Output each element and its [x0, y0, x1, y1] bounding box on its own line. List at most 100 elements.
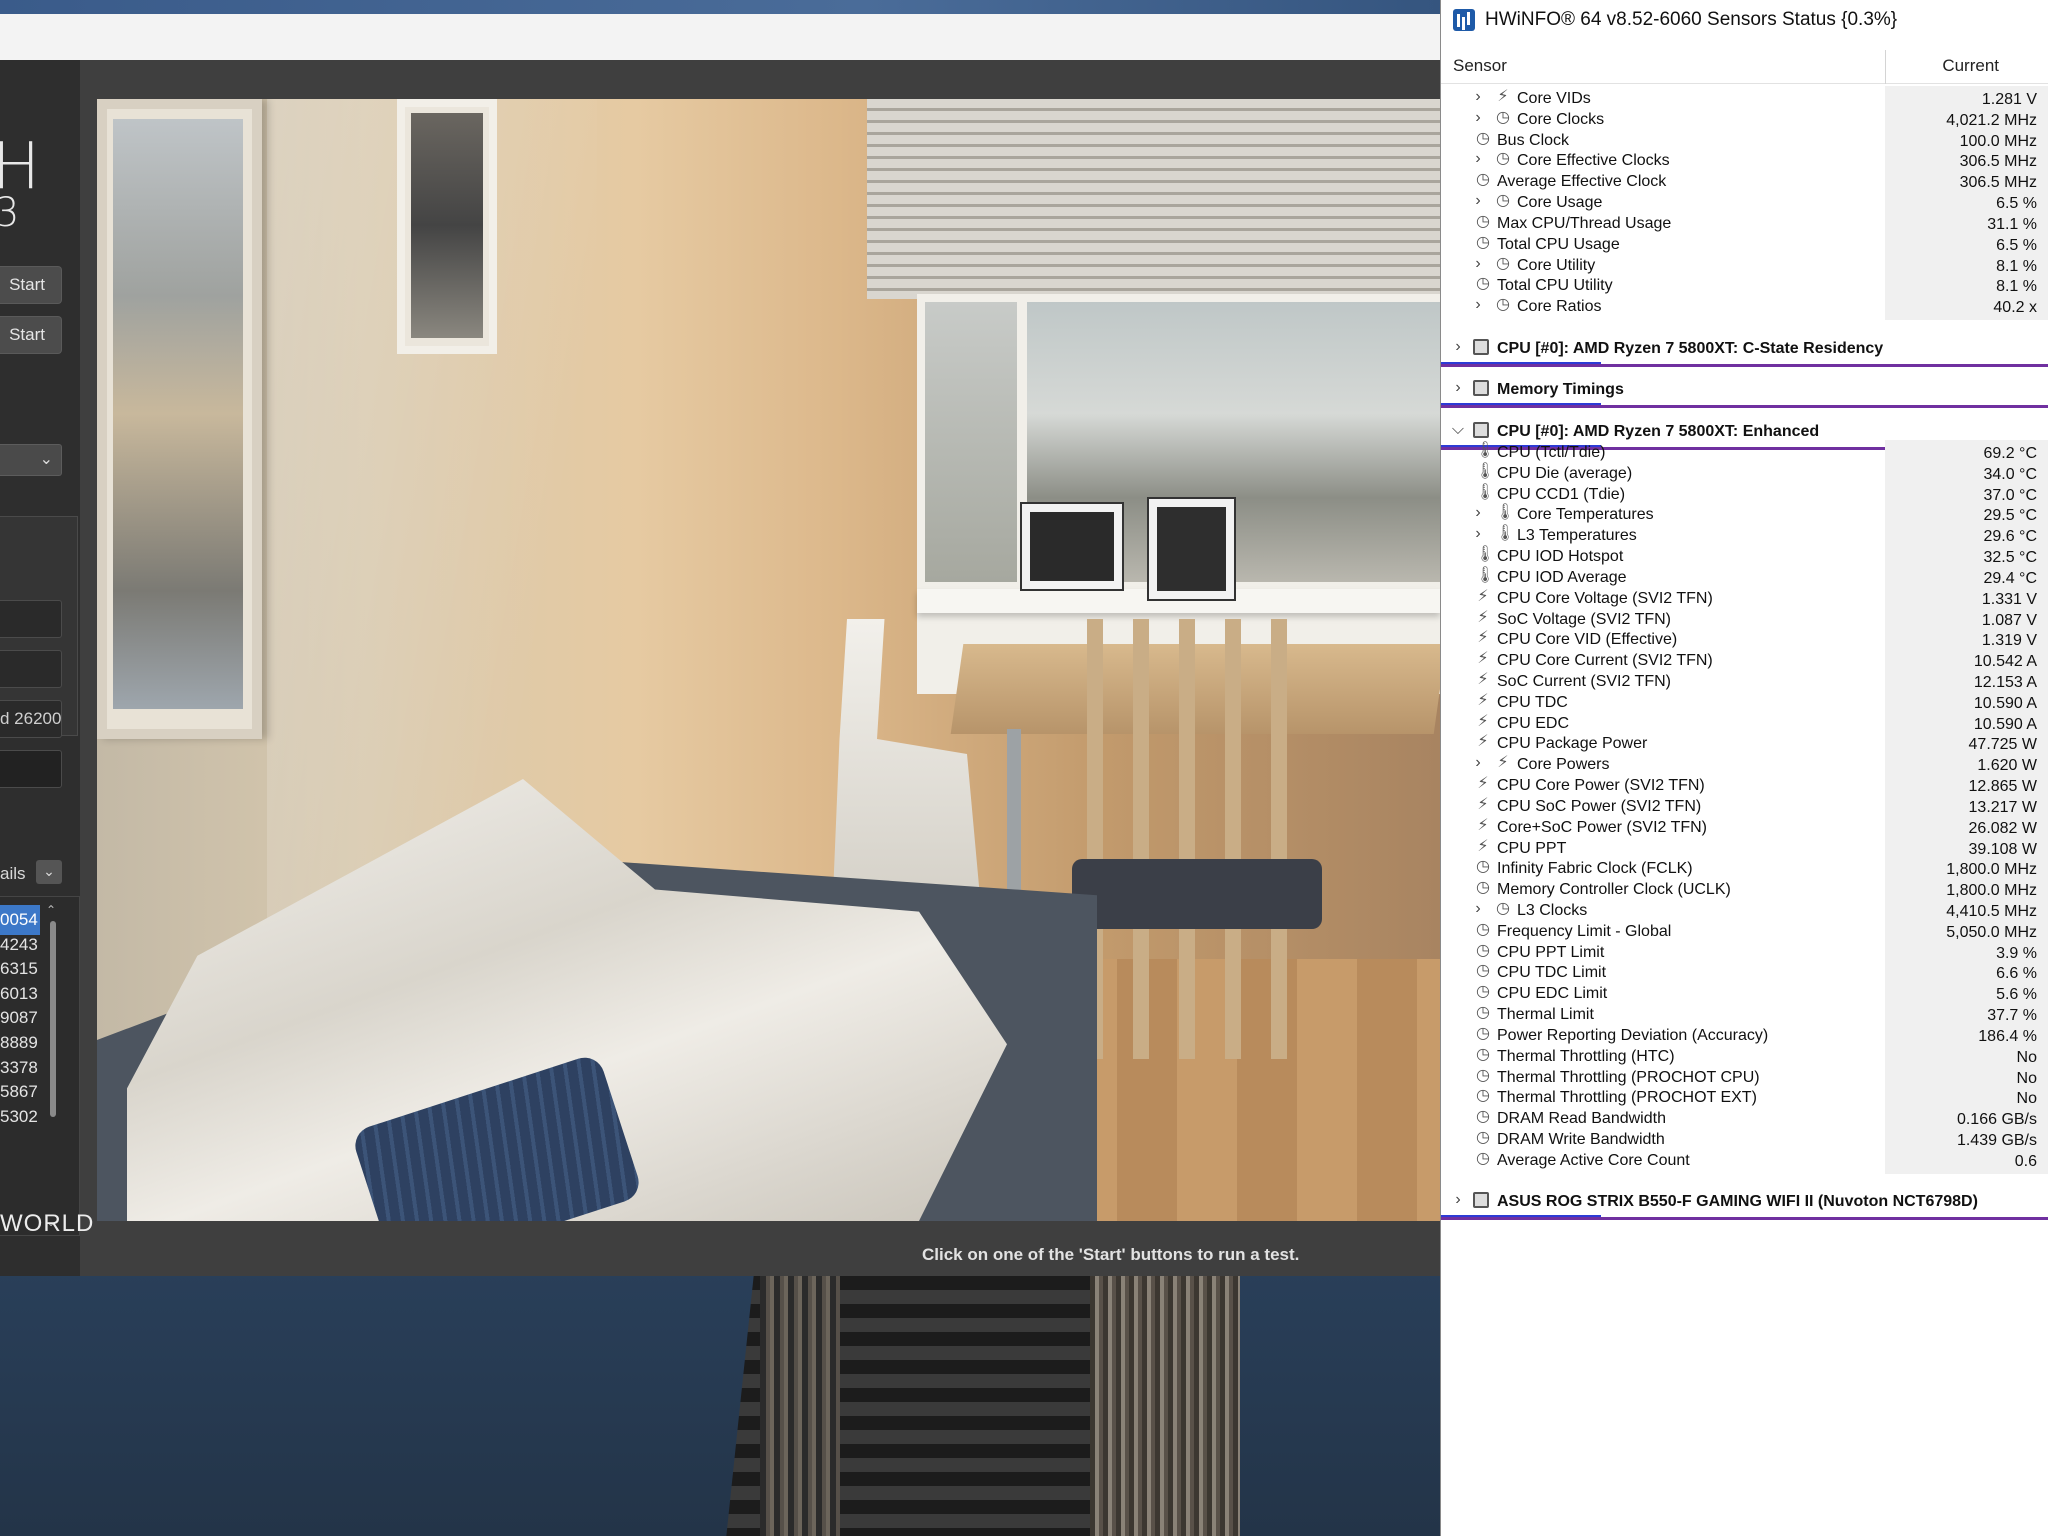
clock-icon: ◷ [1496, 254, 1510, 272]
sensor-label: CPU Core VID (Effective) [1497, 631, 1678, 649]
sensor-label: CPU Package Power [1497, 735, 1648, 753]
sensor-label: CPU PPT [1497, 839, 1567, 857]
ranking-list[interactable]: 0054 4243 6315 6013 9087 8889 3378 5867 5302 ⌃ ⌄ [0, 896, 80, 1236]
sensor-label: Frequency Limit - Global [1497, 922, 1672, 940]
sensor-label: L3 Clocks [1517, 901, 1588, 919]
sensor-label: Average Active Core Count [1497, 1151, 1690, 1169]
render-picture-art [411, 113, 483, 338]
ranking-scrollbar[interactable]: ⌃ ⌄ [46, 897, 60, 1235]
chevron-right-icon[interactable]: › [1471, 754, 1485, 772]
render-window-glass [925, 302, 1017, 582]
sensor-group-row[interactable]: › ASUS ROG STRIX B550-F GAMING WIFI II (N… [1441, 1189, 2048, 1221]
sensor-table-header: Sensor Current [1441, 50, 2048, 84]
scrollbar-thumb[interactable] [50, 921, 56, 1117]
clock-icon: ◷ [1476, 941, 1490, 959]
clock-icon: ◷ [1476, 129, 1490, 147]
bolt-icon: ⚡ [1477, 837, 1489, 855]
bolt-icon: ⚡ [1497, 754, 1509, 772]
thermometer-icon: 🌡 [1475, 546, 1496, 564]
clock-icon: ◷ [1476, 1004, 1490, 1022]
sensor-label: DRAM Write Bandwidth [1497, 1131, 1665, 1148]
bolt-icon: ⚡ [1477, 691, 1489, 709]
clock-icon: ◷ [1476, 879, 1490, 897]
clock-icon: ◷ [1476, 212, 1490, 230]
chevron-right-icon[interactable]: › [1471, 504, 1485, 522]
chevron-right-icon[interactable]: › [1451, 338, 1465, 356]
wallpaper-dock-rail-left [760, 1276, 840, 1536]
chevron-right-icon[interactable]: › [1471, 150, 1485, 168]
sensor-label: CPU Die (average) [1497, 464, 1633, 482]
column-header-current[interactable]: Current [1891, 56, 1999, 76]
thermometer-icon: 🌡 [1475, 566, 1496, 584]
chevron-right-icon[interactable]: › [1471, 88, 1485, 106]
chevron-right-icon[interactable]: › [1451, 1191, 1465, 1209]
chevron-right-icon[interactable]: › [1451, 379, 1465, 397]
window-title: HWiNFO® 64 v8.52-6060 Sensors Status {0.… [1485, 9, 1898, 30]
sensor-label: CPU EDC Limit [1497, 985, 1608, 1003]
chevron-right-icon[interactable]: › [1471, 900, 1485, 918]
chevron-right-icon[interactable]: › [1471, 525, 1485, 543]
sensor-label: Core Ratios [1517, 298, 1602, 316]
chevron-down-icon[interactable]: ⌵ [1451, 421, 1465, 439]
bolt-icon: ⚡ [1477, 670, 1489, 688]
sensor-label: Core Powers [1517, 756, 1610, 774]
bolt-icon: ⚡ [1477, 650, 1489, 668]
brand-version: 3 [0, 190, 20, 236]
hwinfo-app-icon [1453, 9, 1475, 31]
sensor-label: CPU TDC Limit [1497, 964, 1607, 982]
benchmark-titlebar[interactable] [0, 14, 1440, 60]
render-chair-seat [1072, 859, 1322, 929]
sensor-group-divider-accent [1441, 1215, 1601, 1218]
clock-icon: ◷ [1476, 920, 1490, 938]
chevron-down-icon: ⌄ [43, 863, 55, 879]
column-divider[interactable] [1885, 50, 1886, 84]
clock-icon: ◷ [1476, 1066, 1490, 1084]
chevron-right-icon[interactable]: › [1471, 192, 1485, 210]
render-photo-frame [1147, 497, 1236, 601]
clock-icon: ◷ [1476, 983, 1490, 1001]
system-info-field [0, 650, 62, 688]
sensor-label: Thermal Throttling (HTC) [1497, 1047, 1675, 1065]
sensor-label: Total CPU Utility [1497, 277, 1613, 295]
sensor-label: CPU CCD1 (Tdie) [1497, 485, 1626, 503]
sensor-label: CPU PPT Limit [1497, 943, 1605, 961]
sensor-label: CPU SoC Power (SVI2 TFN) [1497, 797, 1702, 815]
thermometer-icon: 🌡 [1475, 441, 1496, 459]
details-toggle-button[interactable]: ⌄ [36, 860, 62, 884]
column-header-sensor[interactable]: Sensor [1453, 56, 1507, 76]
chevron-right-icon[interactable]: › [1471, 109, 1485, 127]
sensor-label: Core Clocks [1517, 110, 1605, 128]
chevron-up-icon[interactable]: ⌃ [46, 903, 56, 917]
ranking-item[interactable]: 5302 [0, 1102, 40, 1132]
bolt-icon: ⚡ [1477, 816, 1489, 834]
clock-icon: ◷ [1496, 899, 1510, 917]
hwinfo-titlebar[interactable]: HWiNFO® 64 v8.52-6060 Sensors Status {0.… [1441, 0, 2048, 42]
bolt-icon: ⚡ [1477, 629, 1489, 647]
sensor-group-label: CPU [#0]: AMD Ryzen 7 5800XT: Enhanced [1497, 423, 1820, 441]
chip-icon [1473, 422, 1489, 439]
sensor-label: Total CPU Usage [1497, 235, 1620, 253]
render-photo-frame [1020, 502, 1124, 591]
sensor-label: Bus Clock [1497, 131, 1570, 149]
chevron-right-icon[interactable]: › [1471, 296, 1485, 314]
sensor-label: CPU IOD Average [1497, 568, 1627, 586]
bolt-icon: ⚡ [1497, 88, 1509, 105]
sensor-label: DRAM Read Bandwidth [1497, 1110, 1666, 1128]
sensor-label: Core VIDs [1517, 90, 1591, 107]
start-button-multi-core[interactable]: Start [0, 266, 62, 304]
sensor-label: CPU Core Voltage (SVI2 TFN) [1497, 589, 1713, 607]
sensor-label: CPU EDC [1497, 714, 1570, 732]
status-bar: Click on one of the 'Start' buttons to r… [0, 1234, 1440, 1276]
chip-icon [1473, 1192, 1489, 1209]
chevron-right-icon[interactable]: › [1471, 255, 1485, 273]
clock-icon: ◷ [1496, 150, 1510, 168]
sensor-label: Core Effective Clocks [1517, 152, 1670, 170]
chip-icon [1473, 338, 1489, 355]
sensor-label: CPU IOD Hotspot [1497, 548, 1624, 566]
sensor-label: Max CPU/Thread Usage [1497, 214, 1672, 232]
render-window-blinds [867, 99, 1440, 299]
start-button-single-core[interactable]: Start [0, 316, 62, 354]
sensor-group-label: ASUS ROG STRIX B550-F GAMING WIFI II (Nu… [1497, 1193, 1978, 1211]
clock-icon: ◷ [1476, 171, 1490, 189]
test-duration-select[interactable]: ⌄ [0, 444, 62, 476]
